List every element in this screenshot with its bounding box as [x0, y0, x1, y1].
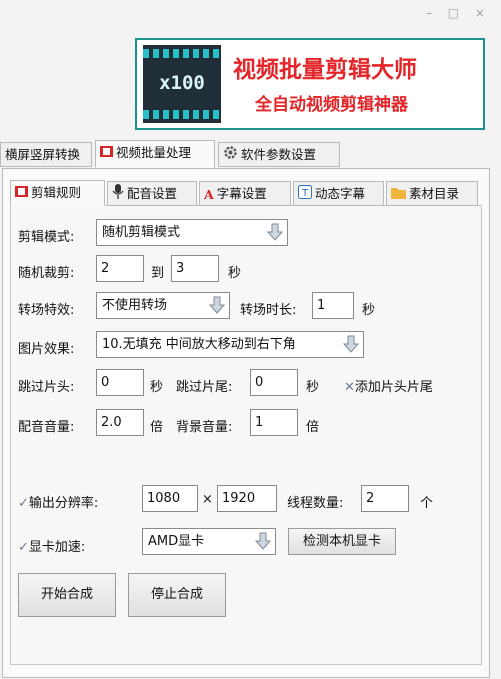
- skip-head-input[interactable]: 0: [96, 369, 144, 396]
- banner: x100 视频批量剪辑大师 全自动视频剪辑神器: [135, 38, 485, 130]
- bg-volume-unit: 倍: [306, 420, 320, 435]
- tab-batch-process[interactable]: 视频批量处理: [95, 140, 215, 168]
- resolution-checkbox[interactable]: ✓输出分辨率:: [18, 492, 98, 511]
- checkmark-icon: ✓: [18, 540, 29, 555]
- gear-icon: [223, 144, 238, 167]
- font-icon: A: [204, 187, 214, 202]
- dropdown-arrow-icon: [342, 335, 360, 354]
- start-button[interactable]: 开始合成: [18, 573, 116, 617]
- random-cut-to-label: 到: [151, 266, 165, 281]
- tab-label: 视频批量处理: [116, 145, 192, 160]
- add-head-tail-label: 添加片头片尾: [354, 380, 433, 395]
- image-effect-select[interactable]: 10.无填充 中间放大移动到右下角: [96, 331, 364, 358]
- gpu-label: 显卡加速:: [28, 540, 86, 555]
- folder-icon: [391, 183, 406, 206]
- tab-label: 素材目录: [409, 186, 460, 201]
- tab-label: 软件参数设置: [241, 147, 317, 162]
- random-cut-to-input[interactable]: 3: [171, 255, 219, 282]
- gpu-value: AMD显卡: [148, 534, 205, 549]
- transition-select[interactable]: 不使用转场: [96, 292, 230, 319]
- window-controls[interactable]: – □ ×: [426, 6, 491, 20]
- transition-label: 转场特效:: [18, 303, 75, 318]
- main-tab-bar: 横屏竖屏转换 视频批量处理 软件参数设置: [0, 140, 501, 170]
- microphone-icon: [112, 183, 124, 206]
- skip-tail-label: 跳过片尾:: [176, 380, 233, 395]
- tab-edit-rules[interactable]: 剪辑规则: [10, 180, 105, 206]
- tab-dynamic-subtitle[interactable]: T 动态字幕: [293, 181, 384, 206]
- tab-label: 字幕设置: [216, 186, 267, 201]
- tab-material-dir[interactable]: 素材目录: [386, 181, 478, 206]
- tab-label: 配音设置: [127, 186, 178, 201]
- edit-mode-label: 剪辑模式:: [18, 230, 75, 245]
- banner-subtitle: 全自动视频剪辑神器: [255, 95, 408, 115]
- threads-unit: 个: [420, 496, 434, 511]
- transition-value: 不使用转场: [102, 298, 168, 313]
- image-effect-value: 10.无填充 中间放大移动到右下角: [102, 337, 296, 352]
- transition-duration-input[interactable]: 1: [312, 292, 354, 319]
- transition-duration-label: 转场时长:: [240, 303, 297, 318]
- tab-label: 动态字幕: [315, 186, 366, 201]
- film-icon: [100, 142, 113, 165]
- sub-tab-bar: 剪辑规则 配音设置 A 字幕设置 T 动态字幕 素材目录: [0, 180, 501, 207]
- tab-software-settings[interactable]: 软件参数设置: [218, 142, 340, 167]
- skip-tail-unit: 秒: [306, 380, 320, 395]
- film-icon: [15, 182, 28, 205]
- image-effect-label: 图片效果:: [18, 342, 75, 357]
- tab-label: 剪辑规则: [31, 185, 82, 200]
- resolution-width-input[interactable]: 1080: [142, 485, 198, 512]
- resolution-height-input[interactable]: 1920: [217, 485, 277, 512]
- dub-volume-label: 配音音量:: [18, 420, 75, 435]
- skip-tail-input[interactable]: 0: [250, 369, 298, 396]
- threads-input[interactable]: 2: [361, 485, 409, 512]
- text-box-icon: T: [298, 183, 312, 206]
- resolution-label: 输出分辨率:: [28, 496, 99, 511]
- threads-label: 线程数量:: [287, 496, 344, 511]
- gpu-checkbox[interactable]: ✓显卡加速:: [18, 536, 85, 555]
- checkmark-icon: ✓: [18, 496, 29, 511]
- random-cut-from-input[interactable]: 2: [96, 255, 144, 282]
- tab-label: 横屏竖屏转换: [5, 147, 81, 162]
- dub-volume-input[interactable]: 2.0: [96, 409, 144, 436]
- dropdown-arrow-icon: [254, 532, 272, 551]
- dropdown-arrow-icon: [266, 223, 284, 242]
- edit-mode-select[interactable]: 随机剪辑模式: [96, 219, 288, 246]
- tab-orientation-convert[interactable]: 横屏竖屏转换: [0, 142, 92, 167]
- svg-text:T: T: [301, 188, 309, 199]
- logo: x100: [143, 45, 221, 123]
- add-head-tail-checkbox[interactable]: ✕添加片头片尾: [344, 376, 433, 395]
- dropdown-arrow-icon: [208, 296, 226, 315]
- random-cut-unit: 秒: [228, 266, 242, 281]
- tab-dub-settings[interactable]: 配音设置: [107, 181, 197, 206]
- edit-mode-value: 随机剪辑模式: [102, 225, 181, 240]
- tab-subtitle-settings[interactable]: A 字幕设置: [199, 181, 291, 206]
- skip-head-unit: 秒: [150, 380, 164, 395]
- detect-gpu-button[interactable]: 检测本机显卡: [288, 528, 396, 555]
- resolution-x: ×: [202, 492, 213, 507]
- dub-volume-unit: 倍: [150, 420, 164, 435]
- bg-volume-input[interactable]: 1: [250, 409, 298, 436]
- random-cut-label: 随机裁剪:: [18, 266, 75, 281]
- cross-icon: ✕: [344, 380, 355, 395]
- transition-duration-unit: 秒: [362, 303, 376, 318]
- banner-title: 视频批量剪辑大师: [233, 56, 417, 83]
- skip-head-label: 跳过片头:: [18, 380, 75, 395]
- stop-button[interactable]: 停止合成: [128, 573, 226, 617]
- bg-volume-label: 背景音量:: [176, 420, 233, 435]
- gpu-select[interactable]: AMD显卡: [142, 528, 276, 555]
- logo-text: x100: [159, 72, 205, 94]
